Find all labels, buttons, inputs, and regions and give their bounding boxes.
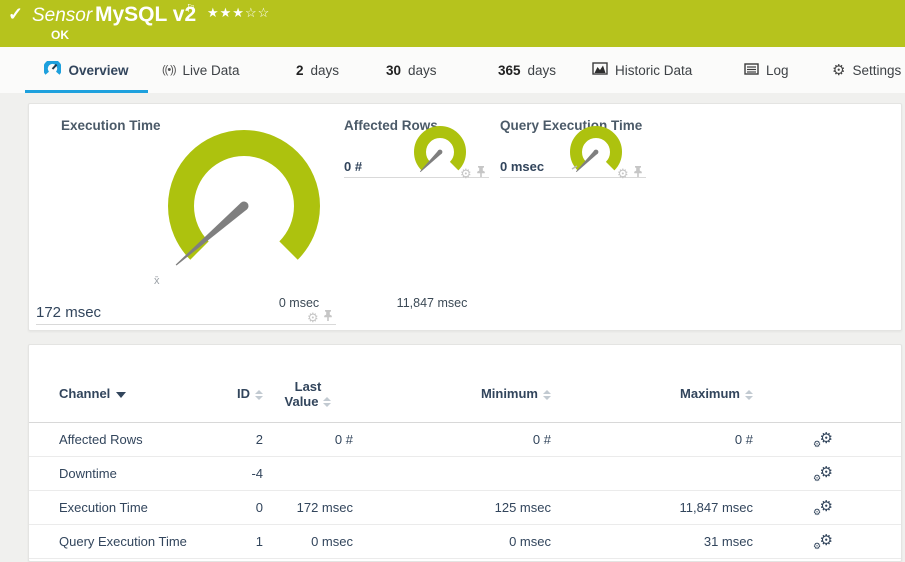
sort-arrows-icon	[255, 389, 263, 400]
tab-label: days	[310, 62, 340, 78]
channel-settings-icon[interactable]: ⚙ ⚙	[813, 498, 833, 517]
maximum-value: 11,847 msec	[679, 500, 753, 515]
tab-label: Live Data	[182, 62, 240, 78]
live-data-icon: ((•))	[162, 64, 176, 76]
column-header-minimum[interactable]: Minimum	[353, 386, 551, 401]
tab-label: Log	[766, 62, 789, 78]
sensor-header: ✓ Sensor MySQL v2 ⚐ ★★★☆☆ OK	[0, 0, 905, 47]
gauge-max-label: 11,847 msec	[396, 296, 468, 310]
minimum-value: 125 msec	[494, 500, 551, 515]
last-value: 0 msec	[311, 534, 353, 549]
tab-label: days	[408, 62, 437, 78]
divider-band	[0, 93, 905, 103]
channel-id: 2	[255, 432, 263, 447]
tab-number: 30	[386, 62, 402, 78]
sort-arrows-icon	[323, 397, 332, 408]
last-value: 0 #	[334, 432, 353, 447]
status-badge: OK	[51, 28, 69, 42]
sensor-kicker: Sensor	[32, 5, 93, 26]
gear-icon[interactable]: ⚙	[617, 167, 629, 180]
column-header-id[interactable]: ID	[199, 386, 263, 401]
table-row: Affected Rows 2 0 # 0 # 0 # ⚙ ⚙	[29, 423, 901, 457]
column-header-channel[interactable]: Channel	[59, 386, 199, 401]
tab-number: 2	[296, 62, 304, 78]
tab-log[interactable]: Log	[744, 47, 789, 93]
tab-live-data[interactable]: ((•)) Live Data	[162, 47, 240, 93]
tab-historic-data[interactable]: Historic Data	[592, 47, 692, 93]
tab-30-days[interactable]: 30 days	[386, 47, 437, 93]
channel-name[interactable]: Downtime	[59, 466, 199, 481]
gear-icon: ⚙	[832, 61, 846, 79]
channel-table-card: Channel ID Last Value Minimum Maximum Aff…	[28, 344, 902, 562]
tab-overview[interactable]: Overview	[25, 47, 148, 93]
table-header-row: Channel ID Last Value Minimum Maximum	[29, 345, 901, 423]
status-check-icon: ✓	[8, 4, 24, 24]
last-value: 172 msec	[296, 500, 353, 515]
channel-name[interactable]: Affected Rows	[59, 432, 199, 447]
gauge-icon	[43, 59, 63, 79]
column-header-maximum[interactable]: Maximum	[551, 386, 753, 401]
flag-icon[interactable]: ⚐	[186, 2, 196, 15]
gauges-card: Execution Time x̄ 0 msec 11,847 msec 172…	[28, 103, 902, 331]
tab-settings[interactable]: ⚙ Settings	[832, 47, 901, 93]
sort-arrows-icon	[543, 389, 551, 400]
tab-label: Overview	[68, 62, 129, 78]
channel-settings-icon[interactable]: ⚙ ⚙	[813, 532, 833, 551]
maximum-value: 31 msec	[703, 534, 753, 549]
channel-name[interactable]: Query Execution Time	[59, 534, 199, 549]
maximum-value: 0 #	[734, 432, 753, 447]
historic-chart-icon	[592, 62, 608, 78]
tab-365-days[interactable]: 365 days	[498, 47, 556, 93]
channel-settings-icon[interactable]: ⚙ ⚙	[813, 464, 833, 483]
sort-arrows-icon	[745, 389, 753, 400]
gauge-actions: ⚙	[617, 164, 643, 182]
channel-id: -4	[251, 466, 263, 481]
priority-stars[interactable]: ★★★☆☆	[207, 5, 270, 21]
channel-id: 0	[255, 500, 263, 515]
pin-icon[interactable]	[633, 164, 643, 182]
tab-label: Historic Data	[615, 62, 693, 78]
sensor-title: MySQL v2	[95, 3, 197, 26]
table-row: Execution Time 0 172 msec 125 msec 11,84…	[29, 491, 901, 525]
gauge-actions: ⚙	[460, 164, 486, 182]
column-header-last-value[interactable]: Last Value	[263, 379, 353, 409]
gauge-actions: ⚙	[307, 308, 333, 326]
pin-icon[interactable]	[476, 164, 486, 182]
minimum-value: 0 msec	[509, 534, 551, 549]
channel-name[interactable]: Execution Time	[59, 500, 199, 515]
pin-icon[interactable]	[323, 308, 333, 326]
sort-caret-icon	[116, 391, 127, 398]
gauge-underline	[36, 104, 336, 325]
tab-2-days[interactable]: 2 days	[296, 47, 339, 93]
table-row: Query Execution Time 1 0 msec 0 msec 31 …	[29, 525, 901, 559]
log-icon	[744, 62, 759, 78]
gear-icon[interactable]: ⚙	[460, 167, 472, 180]
tab-number: 365	[498, 62, 521, 78]
tab-label: Settings	[852, 62, 902, 78]
tab-label: days	[527, 62, 557, 78]
table-row: Downtime -4 ⚙ ⚙	[29, 457, 901, 491]
channel-settings-icon[interactable]: ⚙ ⚙	[813, 430, 833, 449]
gear-icon[interactable]: ⚙	[307, 311, 319, 324]
channel-id: 1	[255, 534, 263, 549]
tab-bar: Overview ((•)) Live Data 2 days 30 days …	[0, 47, 905, 93]
minimum-value: 0 #	[532, 432, 551, 447]
